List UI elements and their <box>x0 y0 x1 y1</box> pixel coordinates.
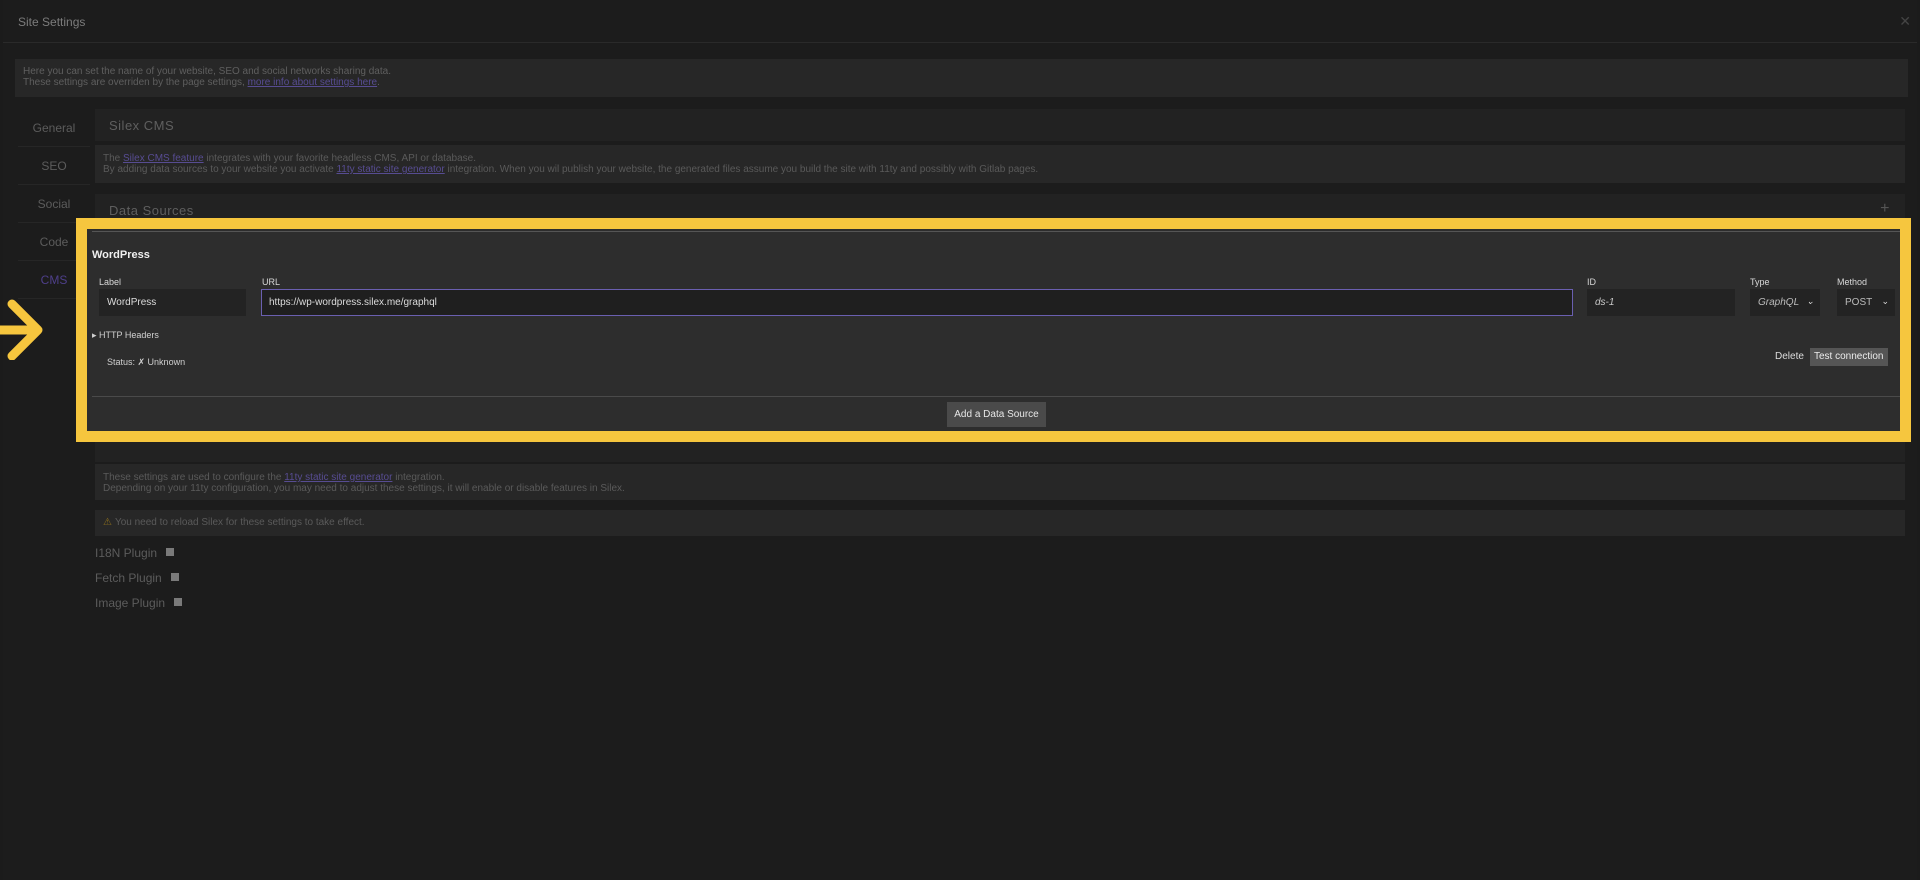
type-caption: Type <box>1750 277 1770 287</box>
pointer-arrow-icon <box>0 299 43 360</box>
http-headers-toggle[interactable]: ▸ HTTP Headers <box>92 330 159 341</box>
tab-seo[interactable]: SEO <box>18 147 90 185</box>
image-plugin-checkbox[interactable] <box>174 598 183 606</box>
chevron-down-icon: ⌄ <box>1881 296 1889 306</box>
method-select[interactable]: POST ⌄ <box>1837 289 1895 316</box>
url-caption: URL <box>262 277 281 287</box>
i18n-plugin-checkbox[interactable] <box>166 548 175 556</box>
add-data-source-button[interactable]: Add a Data Source <box>947 402 1046 427</box>
chevron-down-icon: ⌄ <box>1806 296 1814 306</box>
tab-cms[interactable]: CMS <box>18 261 90 299</box>
eleventy-generator-link[interactable]: 11ty static site generator <box>284 472 392 483</box>
data-sources-title: Data Sources <box>109 203 194 218</box>
modal-header: Site Settings ✕ <box>3 0 1917 43</box>
cms-info-box: The Silex CMS feature integrates with yo… <box>95 145 1905 183</box>
delete-button[interactable]: Delete <box>1775 351 1804 362</box>
id-input[interactable] <box>1587 289 1735 316</box>
close-icon[interactable]: ✕ <box>1899 13 1911 30</box>
add-data-source-icon[interactable]: + <box>1880 200 1890 218</box>
divider <box>92 396 1902 397</box>
method-caption: Method <box>1837 277 1868 287</box>
intro-line-2: These settings are overriden by the page… <box>23 77 380 88</box>
data-source-title: WordPress <box>92 249 150 261</box>
silex-cms-feature-link[interactable]: Silex CMS feature <box>123 153 204 164</box>
label-caption: Label <box>99 277 122 287</box>
divider <box>92 231 1902 232</box>
cms-section-title: Silex CMS <box>95 109 1905 141</box>
site-settings-modal: Site Settings ✕ Here you can set the nam… <box>3 0 1917 880</box>
test-connection-button[interactable]: Test connection <box>1810 348 1888 366</box>
cms-info-line-1: The Silex CMS feature integrates with yo… <box>103 153 476 164</box>
tab-general[interactable]: General <box>18 109 90 147</box>
eleventy-section-header <box>95 430 1905 462</box>
cms-info-line-2: By adding data sources to your website y… <box>103 164 1039 175</box>
type-select[interactable]: GraphQL ⌄ <box>1750 289 1820 316</box>
warning-icon: ⚠ <box>103 517 112 528</box>
reload-warning: ⚠ You need to reload Silex for these sett… <box>95 510 1905 536</box>
eleventy-link[interactable]: 11ty static site generator <box>336 164 444 175</box>
id-caption: ID <box>1587 277 1596 287</box>
settings-info-link[interactable]: more info about settings here <box>248 77 378 88</box>
tab-social[interactable]: Social <box>18 185 90 223</box>
data-sources-header: Data Sources + <box>95 194 1905 226</box>
intro-line-1: Here you can set the name of your websit… <box>23 66 391 77</box>
fetch-plugin-checkbox[interactable] <box>170 573 179 581</box>
tab-code[interactable]: Code <box>18 223 90 261</box>
url-input[interactable] <box>261 289 1573 316</box>
settings-tabs: General SEO Social Code CMS <box>18 109 90 299</box>
i18n-plugin-option: I18N Plugin <box>95 546 175 560</box>
data-source-panel: WordPress Label URL ID Type GraphQL ⌄ Me… <box>82 226 1906 434</box>
label-input[interactable] <box>99 289 246 316</box>
fetch-plugin-option: Fetch Plugin <box>95 571 179 585</box>
intro-box: Here you can set the name of your websit… <box>15 59 1908 97</box>
eleventy-info-box: These settings are used to configure the… <box>95 464 1905 500</box>
modal-title: Site Settings <box>18 15 86 29</box>
image-plugin-option: Image Plugin <box>95 596 183 610</box>
connection-status: Status: ✗ Unknown <box>107 357 186 367</box>
